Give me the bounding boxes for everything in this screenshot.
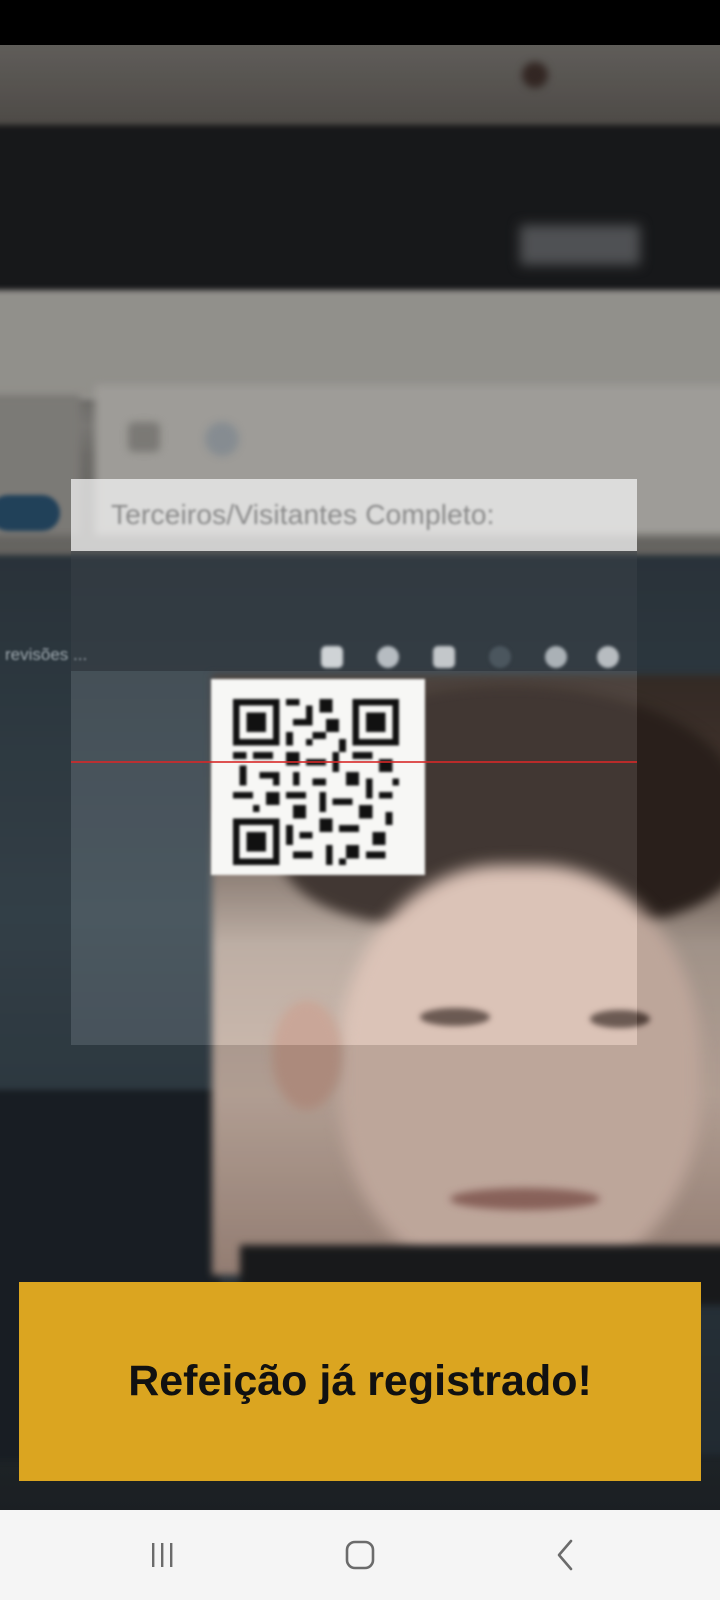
camera-preview: Terceiros/Visitantes Completo: revisões … — [0, 45, 720, 1510]
scan-frame: Terceiros/Visitantes Completo: revisões … — [5, 479, 637, 1045]
back-icon — [557, 1539, 573, 1571]
webcam-dot — [522, 62, 548, 88]
photo-mouth — [450, 1188, 600, 1210]
frame-title: Terceiros/Visitantes Completo: — [111, 499, 495, 530]
toolbar-icon — [433, 646, 455, 668]
toolbar-icon — [321, 646, 343, 668]
qr-code-card — [211, 679, 425, 875]
browser-icon — [205, 422, 239, 456]
toolbar-icon — [545, 646, 567, 668]
monitor-highlight — [520, 225, 640, 265]
browser-icon — [128, 422, 160, 452]
message-banner: Refeição já registrado! — [19, 1282, 701, 1481]
monitor-bezel — [0, 125, 720, 295]
back-button[interactable] — [536, 1532, 596, 1578]
status-bar — [0, 0, 720, 45]
navigation-bar — [0, 1510, 720, 1600]
recents-button[interactable] — [132, 1532, 192, 1578]
toolbar-icon — [489, 646, 511, 668]
toolbar-icon — [377, 646, 399, 668]
toggle-pill — [0, 495, 60, 531]
recents-icon — [152, 1543, 173, 1567]
monitor-frame — [0, 290, 720, 400]
scan-line — [71, 761, 637, 763]
message-text: Refeição já registrado! — [128, 1357, 592, 1405]
toolbar-band: revisões ... — [5, 551, 637, 671]
home-icon — [345, 1540, 375, 1570]
toolbar-icon — [597, 646, 619, 668]
home-button[interactable] — [330, 1532, 390, 1578]
qr-code — [233, 699, 399, 865]
side-label: revisões ... — [5, 645, 88, 664]
frame-header: Terceiros/Visitantes Completo: — [71, 479, 637, 551]
